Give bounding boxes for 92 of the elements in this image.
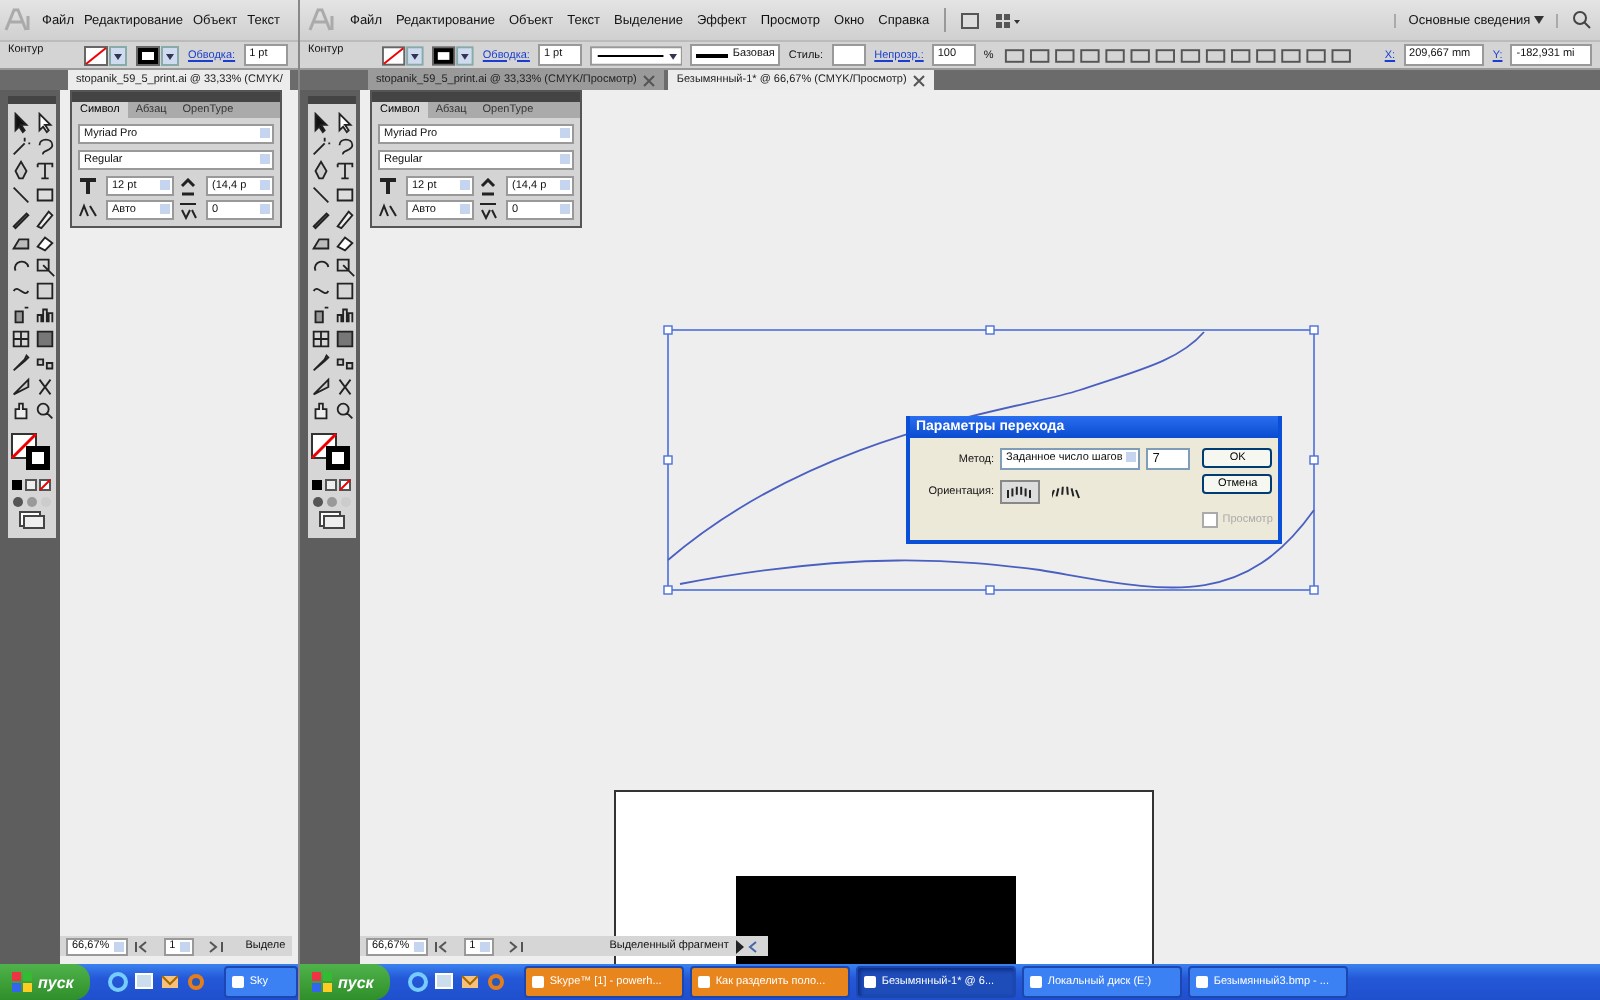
screen-mode-icon[interactable] — [318, 510, 346, 530]
close-icon[interactable] — [642, 73, 657, 87]
direct-arrow-icon[interactable] — [333, 112, 355, 134]
vertical-strokes-icon — [1006, 484, 1034, 500]
windows-logo-icon — [12, 972, 32, 992]
free-transform-icon[interactable] — [333, 280, 355, 302]
direct-arrow-icon[interactable] — [33, 112, 55, 134]
pencil-icon[interactable] — [33, 208, 55, 230]
selection-arrow-icon[interactable] — [309, 112, 331, 134]
mesh-icon[interactable] — [9, 328, 31, 350]
graph-icon[interactable] — [333, 304, 355, 326]
scissors-icon[interactable] — [33, 376, 55, 398]
bounding-box[interactable] — [663, 325, 1319, 595]
fill-stroke-icon[interactable] — [10, 432, 54, 472]
kerning-icon — [378, 201, 402, 219]
pencil-icon[interactable] — [333, 208, 355, 230]
envelope-icon[interactable] — [459, 972, 480, 992]
rectangle-shape[interactable] — [736, 876, 1016, 964]
slice-icon[interactable] — [9, 376, 31, 398]
draw-mode-icons[interactable] — [10, 494, 54, 508]
windows-logo-icon — [312, 972, 332, 992]
zoom-icon[interactable] — [333, 400, 355, 422]
stroke-line-icon — [696, 51, 729, 59]
fill-none-swatch[interactable] — [84, 45, 128, 65]
app-logo-icon — [308, 8, 336, 32]
line-icon[interactable] — [309, 184, 331, 206]
rectangle-icon[interactable] — [333, 184, 355, 206]
font-size-icon — [78, 177, 102, 195]
blob-brush-icon[interactable] — [309, 232, 331, 254]
draw-mode-icons[interactable] — [310, 494, 354, 508]
wand-icon[interactable] — [309, 136, 331, 158]
gradient-icon[interactable] — [333, 328, 355, 350]
desktop-icon[interactable] — [433, 972, 454, 992]
gradient-icon[interactable] — [33, 328, 55, 350]
free-transform-icon[interactable] — [33, 280, 55, 302]
symbol-sprayer-icon[interactable] — [9, 304, 31, 326]
desktop-icon[interactable] — [133, 972, 154, 992]
slice-icon[interactable] — [309, 376, 331, 398]
envelope-icon[interactable] — [159, 972, 180, 992]
screen-mode-icon[interactable] — [18, 510, 46, 530]
stroke-swatch[interactable] — [432, 45, 475, 65]
arrange-icon[interactable] — [993, 11, 1022, 29]
kerning-icon — [78, 201, 102, 219]
align-to-page-button[interactable] — [1000, 480, 1040, 504]
eyedropper-icon[interactable] — [9, 352, 31, 374]
tracking-icon — [478, 201, 502, 219]
caret-icon — [1534, 15, 1544, 23]
blob-brush-icon[interactable] — [9, 232, 31, 254]
hand-icon[interactable] — [309, 400, 331, 422]
brush-icon[interactable] — [309, 208, 331, 230]
fill-stroke-icon[interactable] — [310, 432, 354, 472]
stroke-swatch[interactable] — [136, 45, 180, 65]
eyedropper-icon[interactable] — [309, 352, 331, 374]
zoom-icon[interactable] — [33, 400, 55, 422]
search-icon[interactable] — [1572, 10, 1592, 30]
curve-path[interactable] — [667, 331, 1205, 561]
color-mode-icons[interactable] — [10, 478, 54, 492]
type-tool-icon[interactable] — [33, 160, 55, 182]
scissors-icon[interactable] — [333, 376, 355, 398]
blend-icon[interactable] — [33, 352, 55, 374]
eraser-icon[interactable] — [333, 232, 355, 254]
fill-none-swatch[interactable] — [381, 45, 425, 65]
close-icon[interactable] — [912, 73, 927, 87]
scale-icon[interactable] — [333, 256, 355, 278]
scale-icon[interactable] — [33, 256, 55, 278]
pen-icon[interactable] — [9, 160, 31, 182]
symbol-sprayer-icon[interactable] — [309, 304, 331, 326]
tracking-icon — [178, 201, 202, 219]
pen-icon[interactable] — [309, 160, 331, 182]
blend-icon[interactable] — [333, 352, 355, 374]
mesh-icon[interactable] — [309, 328, 331, 350]
lasso-icon[interactable] — [33, 136, 55, 158]
document-icon[interactable] — [959, 11, 980, 29]
hand-icon[interactable] — [9, 400, 31, 422]
lasso-icon[interactable] — [333, 136, 355, 158]
curve-path[interactable] — [679, 509, 1315, 589]
font-size-icon — [378, 177, 402, 195]
selection-arrow-icon[interactable] — [9, 112, 31, 134]
wand-icon[interactable] — [9, 136, 31, 158]
app-logo-icon — [4, 8, 32, 32]
eraser-icon[interactable] — [33, 232, 55, 254]
browser-e-icon[interactable] — [407, 972, 428, 992]
rectangle-icon[interactable] — [33, 184, 55, 206]
variable-width-dropdown[interactable] — [589, 45, 683, 65]
browser-e-icon[interactable] — [107, 972, 128, 992]
brush-icon[interactable] — [9, 208, 31, 230]
style-dropdown[interactable] — [831, 44, 867, 66]
graph-icon[interactable] — [33, 304, 55, 326]
fanned-strokes-icon — [1052, 484, 1080, 500]
type-tool-icon[interactable] — [333, 160, 355, 182]
line-icon[interactable] — [9, 184, 31, 206]
color-mode-icons[interactable] — [310, 478, 354, 492]
